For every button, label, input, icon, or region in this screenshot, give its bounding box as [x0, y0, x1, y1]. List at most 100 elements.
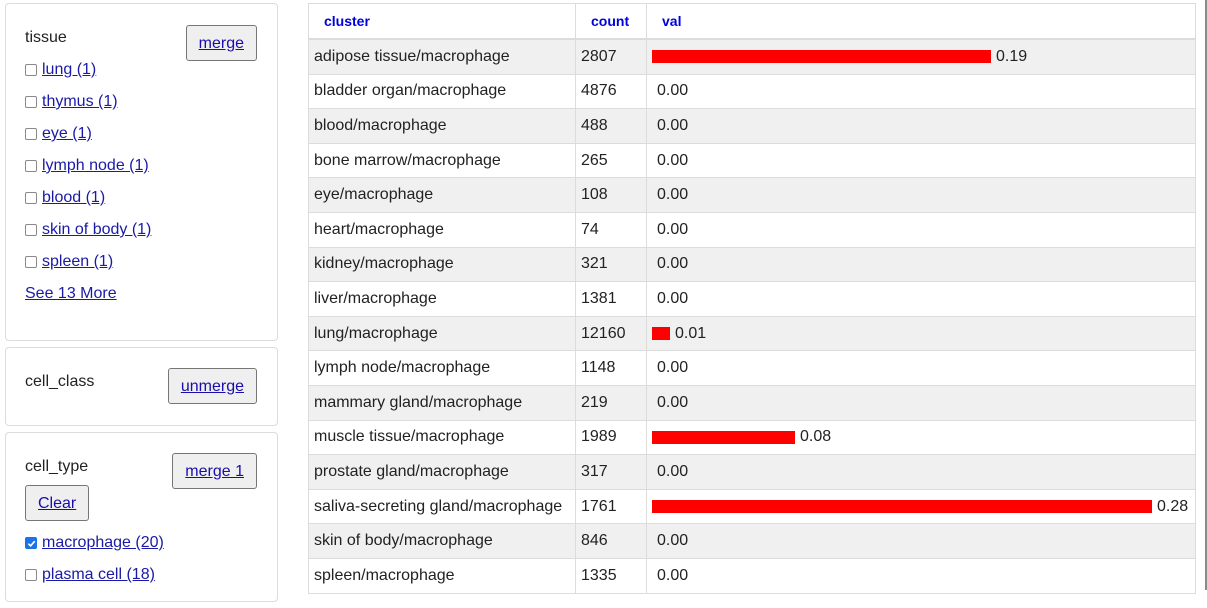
- val-cell: 0.00: [646, 246, 1196, 283]
- table-row[interactable]: prostate gland/macrophage 317 0.00: [308, 454, 1196, 490]
- column-header-val[interactable]: val: [646, 3, 1196, 40]
- table-row[interactable]: muscle tissue/macrophage 1989 0.08: [308, 419, 1196, 456]
- table-row[interactable]: blood/macrophage 488 0.00: [308, 108, 1196, 144]
- val-bar-wrapper: 0.00: [652, 110, 1195, 143]
- cluster-cell: spleen/macrophage: [308, 557, 576, 594]
- cluster-cell: saliva-secreting gland/macrophage: [308, 488, 576, 525]
- cluster-cell: heart/macrophage: [308, 211, 576, 248]
- val-bar-wrapper: 0.00: [652, 144, 1195, 177]
- val-bar-wrapper: 0.00: [652, 559, 1195, 592]
- facet-item: thymus (1): [25, 86, 258, 118]
- facet-item-link[interactable]: plasma cell (18): [42, 566, 155, 584]
- checkbox[interactable]: [25, 160, 37, 172]
- val-label: 0.00: [657, 151, 689, 169]
- table-row[interactable]: lymph node/macrophage 1148 0.00: [308, 350, 1196, 386]
- cluster-cell: kidney/macrophage: [308, 246, 576, 283]
- table-row[interactable]: spleen/macrophage 1335 0.00: [308, 557, 1196, 594]
- table-row[interactable]: heart/macrophage 74 0.00: [308, 211, 1196, 248]
- facet-item-link[interactable]: thymus (1): [42, 93, 118, 111]
- val-label: 0.28: [1157, 497, 1189, 515]
- cluster-cell: bladder organ/macrophage: [308, 73, 576, 110]
- checkbox[interactable]: [25, 256, 37, 268]
- column-header-count[interactable]: count: [575, 3, 647, 40]
- facet-panel-tissue: tissue merge lung (1) thymus (1) eye (1) ly…: [5, 3, 278, 341]
- val-bar: [652, 430, 795, 444]
- table-row[interactable]: bladder organ/macrophage 4876 0.00: [308, 73, 1196, 110]
- val-label: 0.00: [657, 532, 689, 550]
- sidebar: tissue merge lung (1) thymus (1) eye (1) ly…: [5, 3, 278, 608]
- val-bar: [652, 50, 991, 64]
- checkbox-checked[interactable]: [25, 537, 37, 549]
- facet-item: skin of body (1): [25, 214, 258, 246]
- cluster-cell: lymph node/macrophage: [308, 350, 576, 386]
- val-label: 0.08: [800, 428, 832, 446]
- facet-item: spleen (1): [25, 246, 258, 278]
- checkbox[interactable]: [25, 128, 37, 140]
- table-row[interactable]: bone marrow/macrophage 265 0.00: [308, 142, 1196, 179]
- val-cell: 0.00: [646, 211, 1196, 248]
- facet-item-link[interactable]: macrophage (20): [42, 534, 164, 552]
- checkbox[interactable]: [25, 96, 37, 108]
- count-cell: 1148: [575, 350, 647, 386]
- val-bar-wrapper: 0.00: [652, 386, 1195, 419]
- val-cell: 0.00: [646, 108, 1196, 144]
- unmerge-button[interactable]: unmerge: [167, 368, 257, 404]
- table-row[interactable]: skin of body/macrophage 846 0.00: [308, 523, 1196, 559]
- checkbox[interactable]: [25, 192, 37, 204]
- facet-item-link[interactable]: lymph node (1): [42, 157, 149, 175]
- val-label: 0.00: [657, 359, 689, 377]
- facet-item: lymph node (1): [25, 150, 258, 182]
- val-bar-wrapper: 0.00: [652, 352, 1195, 385]
- val-cell: 0.00: [646, 350, 1196, 386]
- results-table: cluster count val adipose tissue/macroph…: [308, 3, 1196, 594]
- val-label: 0.00: [657, 220, 689, 238]
- clear-button[interactable]: Clear: [25, 485, 90, 521]
- checkmark-icon: [27, 540, 35, 547]
- facet-item-link[interactable]: lung (1): [42, 61, 96, 79]
- facet-item-link[interactable]: skin of body (1): [42, 221, 151, 239]
- count-cell: 1989: [575, 419, 647, 456]
- count-cell: 1381: [575, 281, 647, 317]
- merge-1-button[interactable]: merge 1: [172, 453, 257, 489]
- count-cell: 317: [575, 454, 647, 490]
- column-header-cluster[interactable]: cluster: [308, 3, 576, 40]
- count-cell: 1761: [575, 488, 647, 525]
- cell-type-facet-list: macrophage (20) plasma cell (18): [25, 527, 258, 591]
- val-cell: 0.00: [646, 73, 1196, 110]
- count-cell: 219: [575, 384, 647, 421]
- table-row[interactable]: adipose tissue/macrophage 2807 0.19: [308, 38, 1196, 75]
- table-row[interactable]: lung/macrophage 12160 0.01: [308, 315, 1196, 352]
- tissue-facet-list: lung (1) thymus (1) eye (1) lymph node (1) b…: [25, 54, 258, 278]
- val-label: 0.01: [675, 324, 707, 342]
- checkbox[interactable]: [25, 569, 37, 581]
- val-cell: 0.00: [646, 142, 1196, 179]
- table-row[interactable]: mammary gland/macrophage 219 0.00: [308, 384, 1196, 421]
- val-cell: 0.00: [646, 454, 1196, 490]
- val-label: 0.00: [657, 82, 689, 100]
- checkbox[interactable]: [25, 224, 37, 236]
- merge-button[interactable]: merge: [185, 25, 257, 61]
- table-row[interactable]: kidney/macrophage 321 0.00: [308, 246, 1196, 283]
- facet-item-link[interactable]: spleen (1): [42, 253, 113, 271]
- val-cell: 0.00: [646, 281, 1196, 317]
- val-bar-wrapper: 0.00: [652, 179, 1195, 212]
- cluster-cell: skin of body/macrophage: [308, 523, 576, 559]
- count-cell: 265: [575, 142, 647, 179]
- table-row[interactable]: saliva-secreting gland/macrophage 1761 0.2…: [308, 488, 1196, 525]
- val-cell: 0.00: [646, 557, 1196, 594]
- val-cell: 0.08: [646, 419, 1196, 456]
- val-cell: 0.00: [646, 384, 1196, 421]
- table-row[interactable]: liver/macrophage 1381 0.00: [308, 281, 1196, 317]
- facet-item-link[interactable]: blood (1): [42, 189, 105, 207]
- val-label: 0.00: [657, 289, 689, 307]
- val-bar-wrapper: 0.00: [652, 283, 1195, 316]
- checkbox[interactable]: [25, 64, 37, 76]
- table-row[interactable]: eye/macrophage 108 0.00: [308, 177, 1196, 213]
- see-more-link[interactable]: See 13 More: [25, 278, 258, 310]
- cluster-cell: eye/macrophage: [308, 177, 576, 213]
- facet-item-link[interactable]: eye (1): [42, 125, 92, 143]
- table-header-row: cluster count val: [308, 3, 1196, 40]
- facet-item: plasma cell (18): [25, 559, 258, 591]
- facet-item: blood (1): [25, 182, 258, 214]
- val-label: 0.00: [657, 393, 689, 411]
